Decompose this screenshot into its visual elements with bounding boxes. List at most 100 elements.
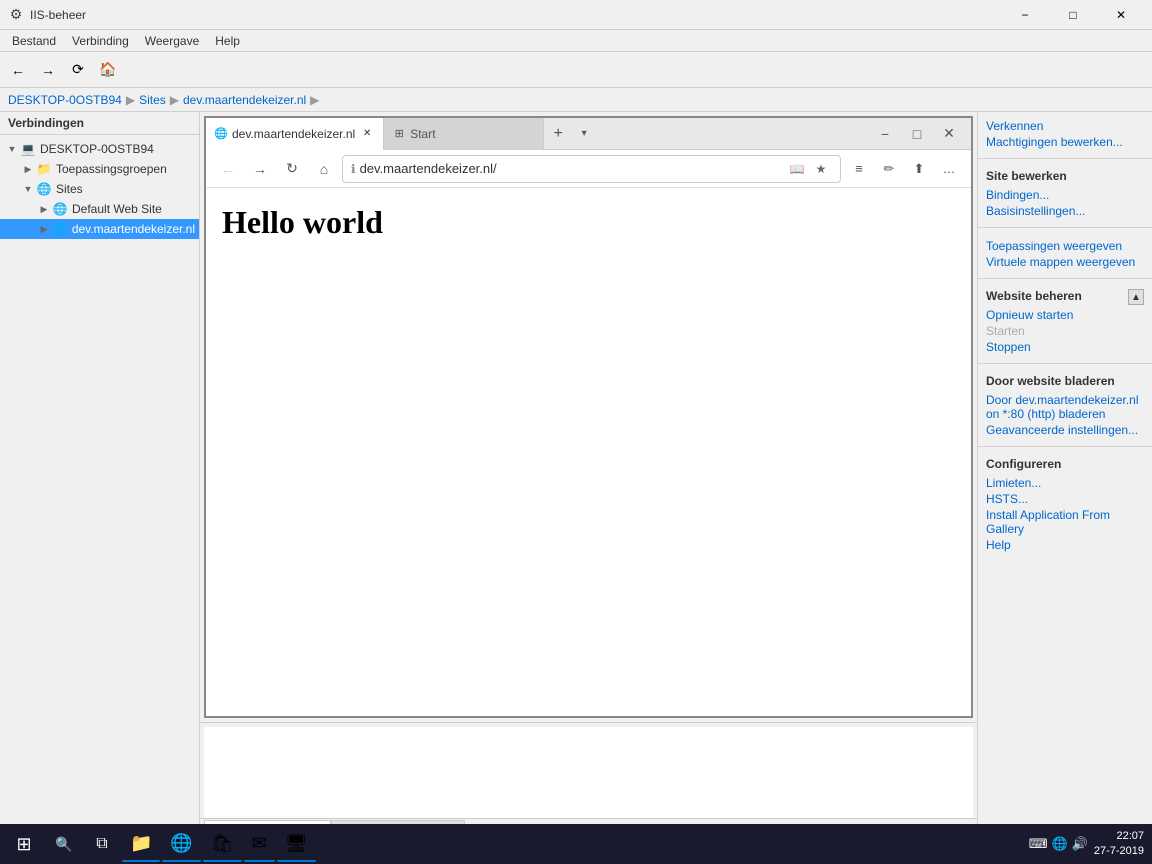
taskbar-app-store[interactable]: 🛍 (203, 826, 242, 862)
menu-verbinding[interactable]: Verbinding (64, 32, 137, 50)
link-virtuele-mappen[interactable]: Virtuele mappen weergeven (986, 254, 1144, 270)
title-bladeren: Door website bladeren (986, 374, 1144, 388)
address-input[interactable] (360, 161, 782, 176)
left-panel: Verbindingen ▼ 💻 DESKTOP-0OSTB94 ▶ 📁 Toe… (0, 112, 200, 842)
breadcrumb-sep-3: ▶ (310, 93, 319, 107)
icon-ie: 🌐 (170, 833, 192, 854)
task-view-button[interactable]: ⧉ (84, 826, 120, 862)
title-site-bewerken: Site bewerken (986, 169, 1144, 183)
link-help[interactable]: Help (986, 537, 1144, 553)
expander-desktop: ▼ (4, 141, 20, 157)
browser-content: Hello world (206, 188, 971, 716)
browser-tab-dev[interactable]: 🌐 dev.maartendekeizer.nl ✕ (206, 118, 384, 150)
tree-item-default[interactable]: ▶ 🌐 Default Web Site (0, 199, 199, 219)
breadcrumb-sep-1: ▶ (126, 93, 135, 107)
forward-button[interactable]: → (246, 155, 274, 183)
browser-maximize-button[interactable]: □ (903, 120, 931, 148)
link-install-app-gallery[interactable]: Install Application From Gallery (986, 507, 1144, 537)
share-button[interactable]: ⬆ (905, 155, 933, 183)
favorites-icon[interactable]: ★ (810, 158, 832, 180)
link-bladeren-http[interactable]: Door dev.maartendekeizer.nl on *:80 (htt… (986, 392, 1144, 422)
icon-sites: 🌐 (36, 181, 52, 197)
section-weergave: Toepassingen weergeven Virtuele mappen w… (978, 232, 1152, 274)
content-area: Verbindingen ▼ 💻 DESKTOP-0OSTB94 ▶ 📁 Toe… (0, 112, 1152, 842)
tab-label-dev: dev.maartendekeizer.nl (232, 127, 355, 141)
collapse-website-beheren[interactable]: ▲ (1128, 289, 1144, 305)
icon-store: 🛍 (211, 833, 234, 854)
link-bindingen[interactable]: Bindingen... (986, 187, 1144, 203)
taskbar-app-iis[interactable]: 🖥 (277, 826, 316, 862)
tab-label-start: Start (410, 127, 435, 141)
new-tab-button[interactable]: + (544, 120, 572, 148)
breadcrumb-sites[interactable]: Sites (139, 93, 166, 107)
address-bar: ← → ↻ ⌂ ℹ 📖 ★ ≡ ✏ ⬆ (206, 150, 971, 188)
system-tray-icons: ⌨ 🌐 🔊 (1029, 836, 1088, 852)
tree-item-sites[interactable]: ▼ 🌐 Sites (0, 179, 199, 199)
section-bladeren: Door website bladeren Door dev.maartende… (978, 368, 1152, 442)
taskbar-app-explorer[interactable]: 📁 (122, 826, 160, 862)
toolbar-forward-button[interactable]: → (34, 56, 62, 84)
iis-window: ⚙ IIS-beheer − □ ✕ Bestand Verbinding We… (0, 0, 1152, 864)
start-button[interactable]: ⊞ (4, 826, 44, 862)
main-content: 🌐 dev.maartendekeizer.nl ✕ ⊞ Start + ▾ −… (200, 112, 977, 842)
maximize-button[interactable]: □ (1050, 0, 1096, 30)
title-website-beheren: Website beheren ▲ (986, 289, 1144, 303)
breadcrumb-site[interactable]: dev.maartendekeizer.nl (183, 93, 306, 107)
section-site-bewerken: Site bewerken Bindingen... Basisinstelli… (978, 163, 1152, 223)
tab-favicon-dev: 🌐 (214, 127, 228, 141)
refresh-button[interactable]: ↻ (278, 155, 306, 183)
taskbar-clock[interactable]: 22:07 27-7-2019 (1090, 826, 1148, 862)
toolbar-refresh-button[interactable]: ⟳ (64, 56, 92, 84)
icon-mail: ✉ (252, 833, 267, 854)
expander-toepassingen: ▶ (20, 161, 36, 177)
toolbar-home-button[interactable]: 🏠 (94, 56, 122, 84)
breadcrumb-root[interactable]: DESKTOP-0OSTB94 (8, 93, 122, 107)
browser-extra-buttons: ≡ ✏ ⬆ … (845, 155, 963, 183)
link-stoppen[interactable]: Stoppen (986, 339, 1144, 355)
address-icons: 📖 ★ (786, 158, 832, 180)
toolbar-back-button[interactable]: ← (4, 56, 32, 84)
notes-button[interactable]: ✏ (875, 155, 903, 183)
tree-item-desktop[interactable]: ▼ 💻 DESKTOP-0OSTB94 (0, 139, 199, 159)
home-button[interactable]: ⌂ (310, 155, 338, 183)
browser-tab-start[interactable]: ⊞ Start (384, 118, 544, 150)
address-input-wrapper[interactable]: ℹ 📖 ★ (342, 155, 841, 183)
link-limieten[interactable]: Limieten... (986, 475, 1144, 491)
tab-close-dev[interactable]: ✕ (359, 126, 375, 142)
divider-3 (978, 278, 1152, 279)
minimize-button[interactable]: − (1002, 0, 1048, 30)
taskbar: ⊞ 🔍 ⧉ 📁 🌐 🛍 ✉ 🖥 ⌨ 🌐 🔊 22:07 27-7-2019 (0, 824, 1152, 864)
menu-bestand[interactable]: Bestand (4, 32, 64, 50)
taskbar-app-ie[interactable]: 🌐 (162, 826, 200, 862)
security-icon: ℹ (351, 162, 356, 176)
tab-favicon-start: ⊞ (392, 127, 406, 141)
link-machtigingen[interactable]: Machtigingen bewerken... (986, 134, 1144, 150)
link-basisinstellingen[interactable]: Basisinstellingen... (986, 203, 1144, 219)
icon-toepassingen: 📁 (36, 161, 52, 177)
menu-weergave[interactable]: Weergave (137, 32, 207, 50)
menu-help[interactable]: Help (207, 32, 248, 50)
browser-close-button[interactable]: ✕ (935, 120, 963, 148)
browser-minimize-button[interactable]: − (871, 120, 899, 148)
more-button[interactable]: … (935, 155, 963, 183)
tree-item-toepassingen[interactable]: ▶ 📁 Toepassingsgroepen (0, 159, 199, 179)
search-button[interactable]: 🔍 (46, 826, 82, 862)
title-bar-controls: − □ ✕ (1002, 0, 1144, 30)
icon-dev: 🌐 (52, 221, 68, 237)
expander-default: ▶ (36, 201, 52, 217)
close-button[interactable]: ✕ (1098, 0, 1144, 30)
link-opnieuw-starten[interactable]: Opnieuw starten (986, 307, 1144, 323)
tree-item-dev[interactable]: ▶ 🌐 dev.maartendekeizer.nl (0, 219, 199, 239)
divider-2 (978, 227, 1152, 228)
tab-overflow-button[interactable]: ▾ (572, 120, 596, 148)
reading-view-icon[interactable]: 📖 (786, 158, 808, 180)
link-toepassingen-weergeven[interactable]: Toepassingen weergeven (986, 238, 1144, 254)
link-geavanceerde-instellingen[interactable]: Geavanceerde instellingen... (986, 422, 1144, 438)
link-hsts[interactable]: HSTS... (986, 491, 1144, 507)
keyboard-icon: ⌨ (1029, 836, 1048, 852)
reading-list-button[interactable]: ≡ (845, 155, 873, 183)
label-sites: Sites (56, 182, 83, 196)
back-button[interactable]: ← (214, 155, 242, 183)
link-verkennen[interactable]: Verkennen (986, 118, 1144, 134)
taskbar-app-mail[interactable]: ✉ (244, 826, 275, 862)
